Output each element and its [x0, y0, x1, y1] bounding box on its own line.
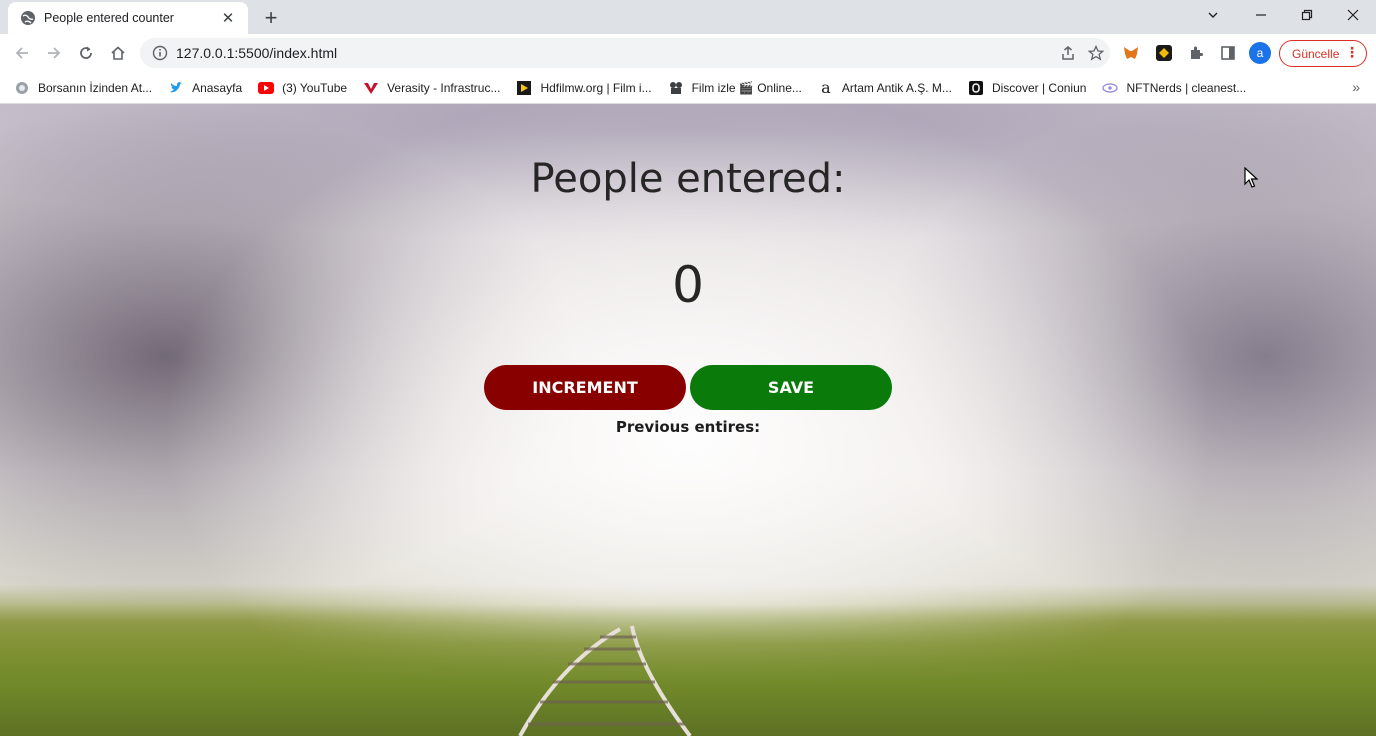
bookmark-label: Borsanın İzinden At...	[38, 80, 153, 95]
globe-icon	[14, 80, 30, 96]
extensions-puzzle-icon[interactable]	[1186, 43, 1206, 63]
mouse-cursor-icon	[1244, 167, 1258, 188]
forward-icon[interactable]	[40, 39, 68, 67]
bookmark-item[interactable]: Discover | Coniun	[968, 80, 1087, 96]
bookmark-label: (3) YouTube	[282, 80, 348, 95]
bookmark-label: NFTNerds | cleanest...	[1126, 80, 1247, 95]
profile-avatar[interactable]: a	[1249, 42, 1271, 64]
bookmark-item[interactable]: Film izle 🎬 Online...	[668, 80, 802, 96]
bookmark-label: Anasayfa	[192, 80, 243, 95]
address-bar[interactable]: 127.0.0.1:5500/index.html	[140, 38, 1110, 68]
count-display: 0	[672, 256, 704, 314]
browser-toolbar: 127.0.0.1:5500/index.html a Güncelle ⋮	[0, 34, 1376, 72]
bookmark-item[interactable]: Verasity - Infrastruc...	[363, 80, 500, 96]
tab-search-icon[interactable]	[1190, 0, 1236, 30]
update-button[interactable]: Güncelle ⋮	[1279, 40, 1367, 67]
bookmark-label: Discover | Coniun	[991, 80, 1087, 95]
tab-strip: People entered counter ✕ +	[0, 0, 1376, 34]
globe-icon	[20, 10, 36, 26]
page-viewport: People entered: 0 INCREMENT SAVE Previou…	[0, 104, 1376, 736]
extension-dark-icon[interactable]	[1154, 43, 1174, 63]
side-panel-icon[interactable]	[1218, 43, 1238, 63]
site-info-icon[interactable]	[152, 45, 168, 61]
bookmark-item[interactable]: NFTNerds | cleanest...	[1102, 80, 1246, 96]
verasity-icon	[363, 80, 379, 96]
page-heading: People entered:	[530, 156, 846, 202]
reload-icon[interactable]	[72, 39, 100, 67]
bookmark-label: Verasity - Infrastruc...	[387, 80, 501, 95]
bookmark-item[interactable]: Hdfilmw.org | Film i...	[516, 80, 652, 96]
bookmark-item[interactable]: a Artam Antik A.Ş. M...	[818, 78, 952, 97]
bookmark-label: Artam Antik A.Ş. M...	[841, 80, 952, 95]
youtube-icon	[258, 80, 275, 96]
more-menu-icon[interactable]: ⋮	[1345, 44, 1359, 61]
bookmark-label: Film izle 🎬 Online...	[691, 80, 802, 95]
artam-icon: a	[821, 78, 831, 97]
film-icon	[668, 80, 684, 96]
increment-button[interactable]: INCREMENT	[484, 365, 686, 410]
save-button[interactable]: SAVE	[690, 365, 892, 410]
bookmark-item[interactable]: (3) YouTube	[258, 80, 347, 96]
bookmark-item[interactable]: Anasayfa	[168, 80, 242, 96]
new-tab-button[interactable]: +	[258, 5, 284, 31]
restore-icon[interactable]	[1284, 0, 1330, 30]
coniun-icon	[968, 80, 984, 96]
twitter-icon	[168, 80, 184, 96]
tab-title: People entered counter	[44, 11, 174, 25]
url-text[interactable]: 127.0.0.1:5500/index.html	[176, 45, 1054, 61]
window-close-icon[interactable]	[1330, 0, 1376, 30]
bookmarks-bar: Borsanın İzinden At... Anasayfa (3) YouT…	[0, 72, 1376, 104]
home-icon[interactable]	[104, 39, 132, 67]
tab-close-icon[interactable]: ✕	[218, 8, 238, 28]
bookmark-label: Hdfilmw.org | Film i...	[540, 80, 652, 95]
previous-entries-label: Previous entires:	[615, 418, 761, 436]
bookmark-star-icon[interactable]	[1082, 39, 1110, 67]
tab-active[interactable]: People entered counter ✕	[8, 2, 248, 34]
share-icon[interactable]	[1054, 39, 1082, 67]
play-icon	[516, 80, 532, 96]
update-button-label: Güncelle	[1292, 46, 1340, 61]
bookmark-item[interactable]: Borsanın İzinden At...	[14, 80, 152, 96]
minimize-icon[interactable]	[1238, 0, 1284, 30]
nftnerds-icon	[1102, 80, 1119, 96]
back-icon[interactable]	[8, 39, 36, 67]
metamask-icon[interactable]	[1121, 43, 1141, 63]
bookmarks-overflow-icon[interactable]: »	[1352, 79, 1360, 95]
